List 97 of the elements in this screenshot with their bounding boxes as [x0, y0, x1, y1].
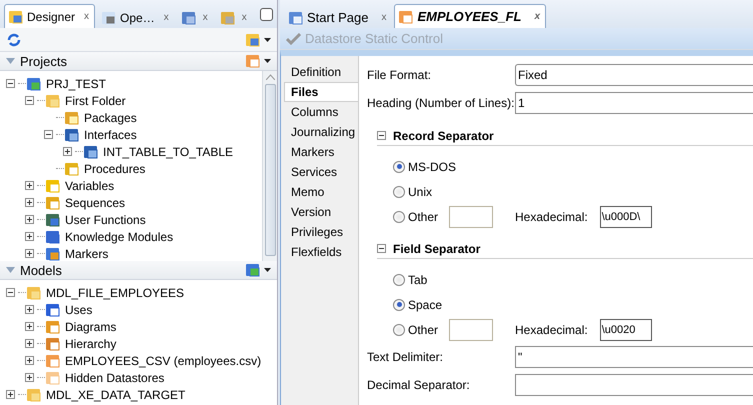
dropdown-arrow-icon[interactable]: [264, 59, 271, 63]
field-label: Heading (Number of Lines):: [367, 96, 515, 110]
collapse-toggle[interactable]: [377, 244, 386, 253]
tree-item[interactable]: Sequences: [65, 196, 126, 210]
checkmark-icon: [286, 32, 301, 44]
nav-tab[interactable]: Memo: [284, 182, 358, 202]
editor-tab[interactable]: Start Page x: [284, 6, 392, 28]
field-label: Decimal Separator:: [367, 378, 471, 392]
panel-tab[interactable]: Designer x: [4, 4, 96, 28]
tree-item[interactable]: Procedures: [84, 162, 146, 176]
field-label: Text Delimiter:: [367, 350, 444, 364]
nav-tab[interactable]: Markers: [284, 142, 358, 162]
radio-option[interactable]: Space: [393, 298, 449, 312]
refresh-icon[interactable]: [6, 32, 22, 48]
section-title: Models: [20, 262, 62, 278]
tree-item[interactable]: First Folder: [65, 94, 126, 108]
expand-toggle[interactable]: [25, 232, 34, 241]
input-field[interactable]: [515, 374, 753, 396]
expand-toggle[interactable]: [25, 373, 34, 382]
radio-button[interactable]: [393, 160, 405, 172]
input-field[interactable]: \u0020: [600, 318, 652, 340]
nav-tab[interactable]: Journalizing: [284, 122, 358, 142]
panel-tab[interactable]: x: [176, 6, 214, 28]
panel-tab[interactable]: x: [216, 6, 253, 28]
radio-button[interactable]: [393, 186, 405, 198]
collapse-toggle[interactable]: [377, 131, 386, 140]
tree-item[interactable]: PRJ_TEST: [46, 76, 106, 90]
radio-button[interactable]: [393, 298, 405, 310]
input-field[interactable]: ": [515, 346, 753, 368]
dropdown-arrow-icon[interactable]: [264, 268, 271, 272]
tree-item[interactable]: Diagrams: [65, 320, 116, 334]
radio-option[interactable]: MS-DOS: [393, 160, 456, 174]
tree-item[interactable]: Markers: [65, 246, 108, 260]
tree-item[interactable]: Interfaces: [84, 128, 137, 142]
expand-toggle[interactable]: [6, 390, 15, 399]
tree-item[interactable]: Variables: [65, 178, 114, 192]
tree-item[interactable]: MDL_XE_DATA_TARGET: [46, 388, 186, 402]
radio-button[interactable]: [393, 324, 405, 336]
group-title: Record Separator: [393, 128, 494, 142]
tree-item[interactable]: Uses: [65, 302, 92, 316]
tree-item[interactable]: INT_TABLE_TO_TABLE: [103, 144, 234, 158]
close-icon[interactable]: x: [202, 12, 208, 23]
nav-tab[interactable]: Definition: [284, 62, 358, 82]
collapse-toggle[interactable]: [6, 288, 15, 297]
input-field[interactable]: 1: [515, 92, 753, 114]
tree-item[interactable]: Packages: [84, 110, 137, 124]
input-field[interactable]: [449, 318, 493, 340]
close-icon[interactable]: x: [381, 12, 386, 23]
section-title: Projects: [20, 54, 67, 68]
radio-option[interactable]: Other: [393, 210, 449, 224]
radio-button[interactable]: [393, 274, 405, 286]
field-label: File Format:: [367, 68, 432, 82]
collapse-toggle[interactable]: [6, 79, 15, 88]
close-icon[interactable]: x: [84, 11, 90, 22]
group-title: Field Separator: [393, 242, 480, 256]
expand-toggle[interactable]: [63, 147, 72, 156]
minimize-button[interactable]: [260, 8, 273, 21]
scroll-thumb[interactable]: [264, 84, 276, 256]
nav-tab[interactable]: Columns: [284, 102, 358, 122]
squares-icon: [245, 32, 261, 48]
nav-tab[interactable]: Files: [284, 82, 358, 102]
expand-toggle[interactable]: [25, 249, 34, 258]
expand-toggle[interactable]: [25, 356, 34, 365]
squares-icon: [8, 8, 24, 24]
nav-tab[interactable]: Privileges: [284, 222, 358, 242]
expand-toggle[interactable]: [25, 198, 34, 207]
input-field[interactable]: \u000D\: [600, 206, 652, 228]
expand-toggle[interactable]: [25, 181, 34, 190]
file-format-field[interactable]: Fixed: [515, 64, 753, 86]
expand-toggle[interactable]: [25, 322, 34, 331]
close-icon[interactable]: x: [164, 12, 169, 23]
tree-item[interactable]: User Functions: [65, 212, 146, 226]
panel-tab[interactable]: Ope… x: [97, 6, 175, 28]
collapse-toggle[interactable]: [25, 96, 34, 105]
tree-item[interactable]: Hidden Datastores: [65, 370, 164, 384]
tree-item[interactable]: Hierarchy: [65, 336, 116, 350]
nav-tab[interactable]: Services: [284, 162, 358, 182]
nav-tab[interactable]: Flexfields: [284, 242, 358, 262]
close-icon[interactable]: x: [534, 11, 540, 22]
input-field[interactable]: [449, 206, 493, 228]
radio-button[interactable]: [393, 210, 405, 222]
expand-toggle[interactable]: [25, 215, 34, 224]
tree-item[interactable]: EMPLOYEES_CSV (employees.csv): [65, 354, 262, 368]
field-label: Hexadecimal:: [515, 210, 588, 224]
close-icon[interactable]: x: [242, 12, 247, 23]
collapse-toggle[interactable]: [44, 130, 53, 139]
nav-tab[interactable]: Version: [284, 202, 358, 222]
radio-option[interactable]: Unix: [393, 184, 449, 198]
field-label: Hexadecimal:: [515, 322, 588, 336]
radio-option[interactable]: Other: [393, 322, 449, 336]
dropdown-arrow-icon[interactable]: [264, 38, 271, 42]
editor-tab[interactable]: EMPLOYEES_FL x: [394, 4, 546, 28]
radio-option[interactable]: Tab: [393, 272, 449, 286]
tree-item[interactable]: MDL_FILE_EMPLOYEES: [46, 286, 184, 300]
tree-item[interactable]: Knowledge Modules: [65, 230, 174, 244]
expand-toggle[interactable]: [25, 305, 34, 314]
expand-toggle[interactable]: [25, 339, 34, 348]
